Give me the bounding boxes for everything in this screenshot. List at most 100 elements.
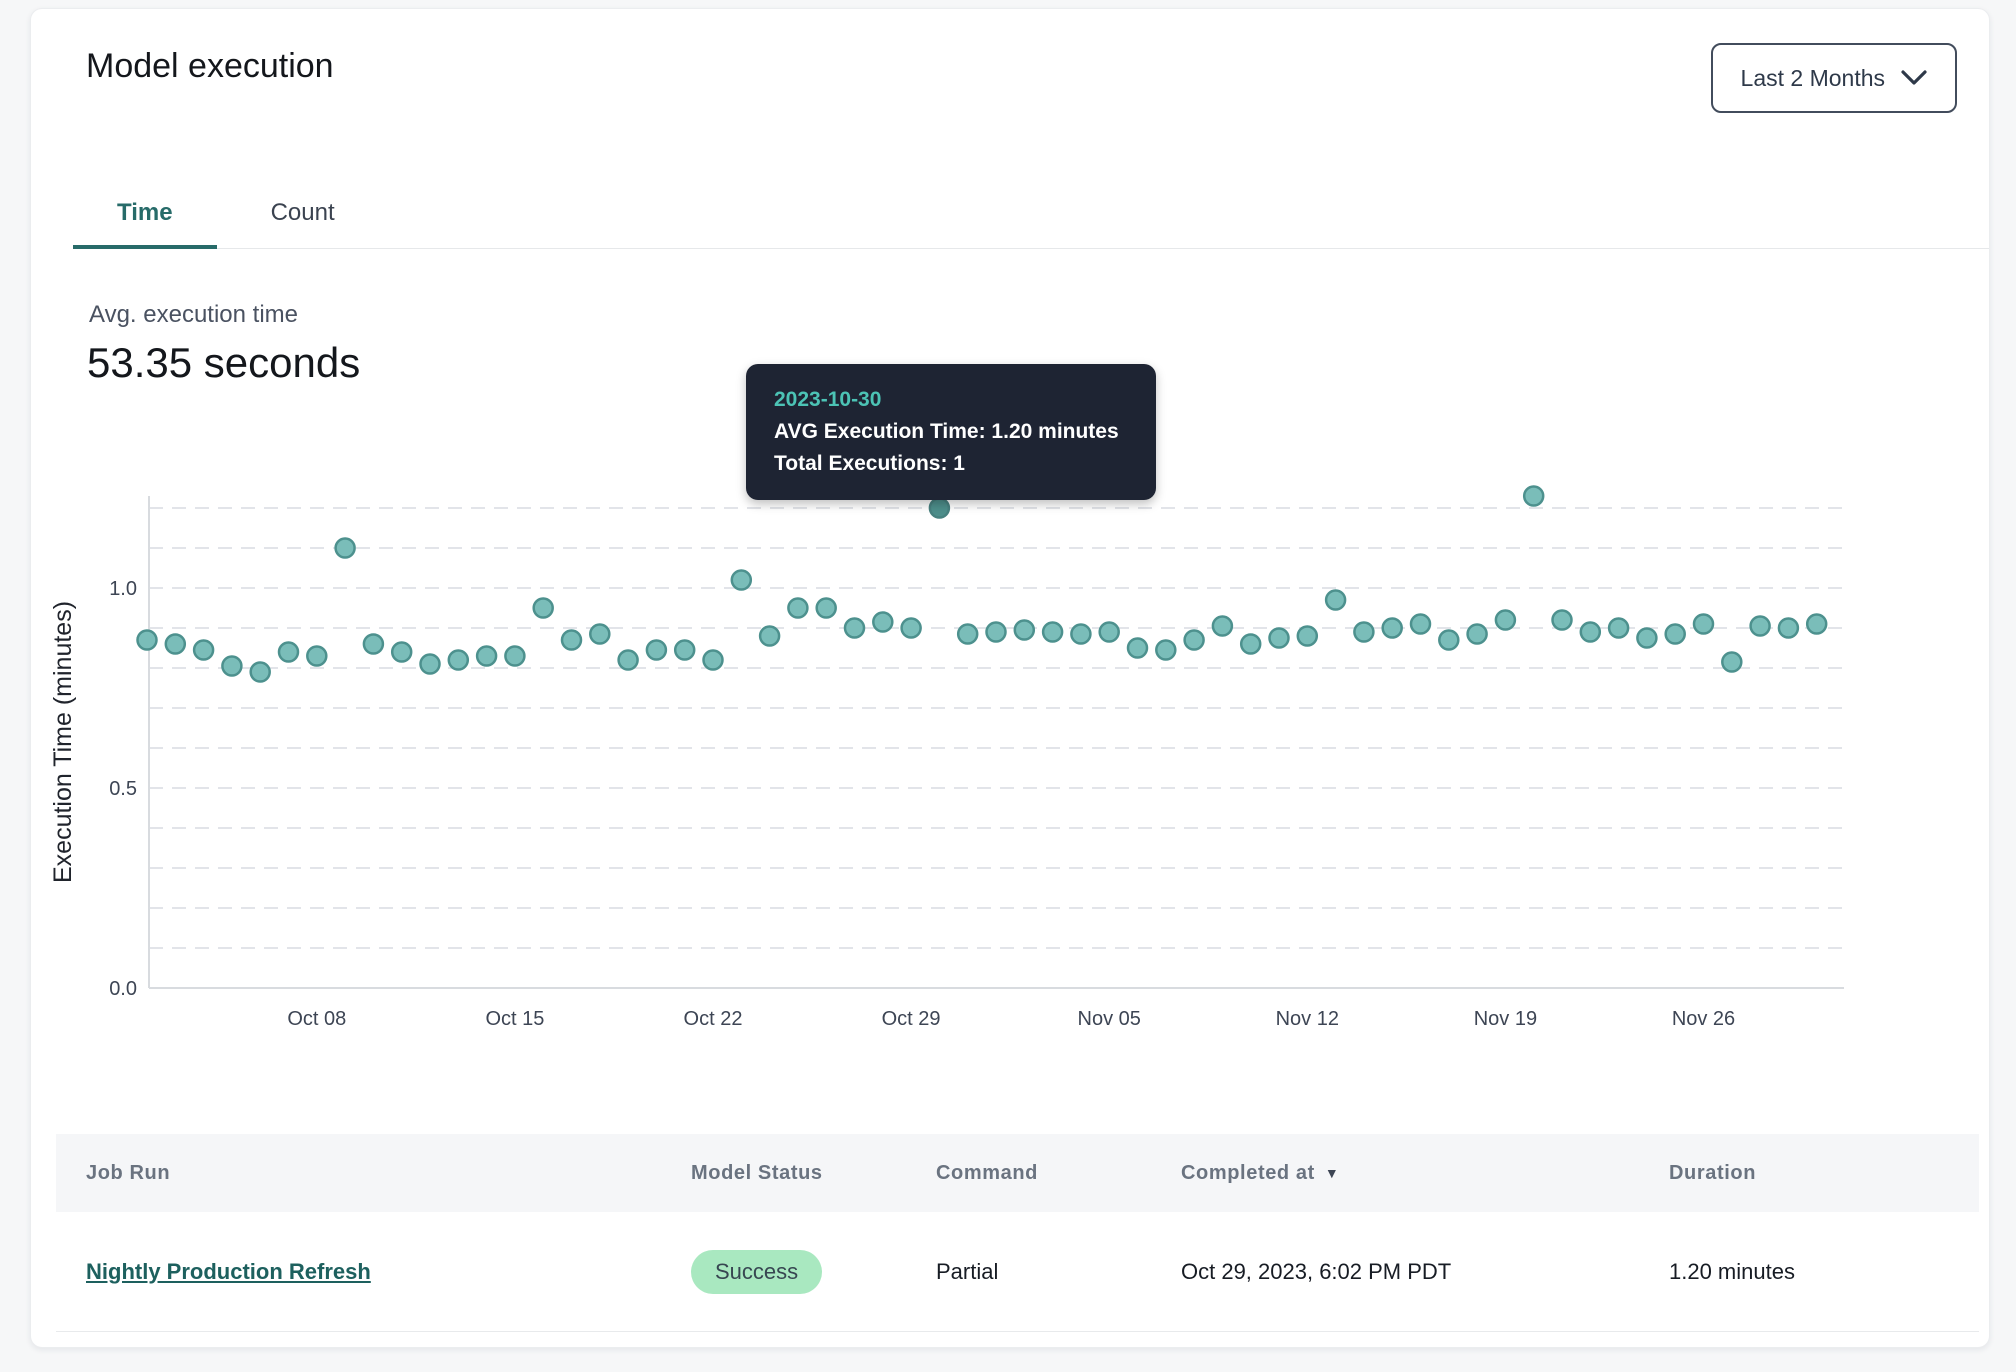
tooltip-avg-execution-time: AVG Execution Time: 1.20 minutes xyxy=(774,416,1128,448)
completed-at-cell: Oct 29, 2023, 6:02 PM PDT xyxy=(1181,1259,1669,1285)
data-point[interactable] xyxy=(1666,625,1685,644)
column-header-model-status[interactable]: Model Status xyxy=(691,1162,936,1185)
data-point[interactable] xyxy=(1185,631,1204,650)
page-title: Model execution xyxy=(86,47,334,86)
data-point[interactable] xyxy=(1156,641,1175,660)
data-point[interactable] xyxy=(704,651,723,670)
data-point[interactable] xyxy=(336,539,355,558)
y-tick-label: 0.0 xyxy=(109,978,137,1000)
sort-desc-icon: ▼ xyxy=(1325,1165,1339,1181)
data-point[interactable] xyxy=(1100,623,1119,642)
data-point[interactable] xyxy=(788,599,807,618)
data-point[interactable] xyxy=(1439,631,1458,650)
x-tick-label: Nov 12 xyxy=(1276,1008,1339,1030)
data-point[interactable] xyxy=(817,599,836,618)
data-point[interactable] xyxy=(1609,619,1628,638)
data-point[interactable] xyxy=(1581,623,1600,642)
data-point[interactable] xyxy=(1270,629,1289,648)
data-point-highlighted[interactable] xyxy=(930,499,949,518)
data-point[interactable] xyxy=(1637,629,1656,648)
x-tick-label: Oct 15 xyxy=(485,1008,544,1030)
data-point[interactable] xyxy=(1326,591,1345,610)
data-point[interactable] xyxy=(1411,615,1430,634)
data-point[interactable] xyxy=(1779,619,1798,638)
data-point[interactable] xyxy=(194,641,213,660)
command-cell: Partial xyxy=(936,1259,1181,1285)
status-badge: Success xyxy=(691,1250,822,1294)
data-point[interactable] xyxy=(1043,623,1062,642)
data-point[interactable] xyxy=(873,613,892,632)
data-point[interactable] xyxy=(166,635,185,654)
data-point[interactable] xyxy=(1241,635,1260,654)
chart-area: 0.0 0.5 1.0 Oct 08 Oct 15 Oct 22 Oct 29 Nov 05 N… xyxy=(31,461,1991,1061)
tab-time[interactable]: Time xyxy=(73,183,217,249)
data-point[interactable] xyxy=(675,641,694,660)
data-point[interactable] xyxy=(1354,623,1373,642)
data-point[interactable] xyxy=(307,647,326,666)
table-row: Nightly Production Refresh Success Parti… xyxy=(56,1212,1979,1332)
data-point[interactable] xyxy=(449,651,468,670)
data-point[interactable] xyxy=(845,619,864,638)
data-point[interactable] xyxy=(251,663,270,682)
data-point[interactable] xyxy=(1213,617,1232,636)
data-point[interactable] xyxy=(279,643,298,662)
chart-tabs: Time Count xyxy=(73,169,1989,249)
model-execution-card: Model execution Last 2 Months Time Count… xyxy=(30,8,1990,1348)
data-point[interactable] xyxy=(534,599,553,618)
data-point[interactable] xyxy=(1383,619,1402,638)
column-header-duration[interactable]: Duration xyxy=(1669,1162,1979,1185)
y-tick-label: 1.0 xyxy=(109,578,137,600)
data-point[interactable] xyxy=(477,647,496,666)
column-header-completed-at[interactable]: Completed at ▼ xyxy=(1181,1162,1669,1185)
data-point[interactable] xyxy=(1694,615,1713,634)
avg-execution-time-value: 53.35 seconds xyxy=(87,339,360,387)
data-point[interactable] xyxy=(590,625,609,644)
duration-cell: 1.20 minutes xyxy=(1669,1259,1979,1285)
data-point[interactable] xyxy=(958,625,977,644)
execution-scatter-chart: 0.0 0.5 1.0 Oct 08 Oct 15 Oct 22 Oct 29 Nov 05 N… xyxy=(31,461,1991,1061)
data-point[interactable] xyxy=(364,635,383,654)
data-point[interactable] xyxy=(222,657,241,676)
data-point[interactable] xyxy=(732,571,751,590)
tooltip-date: 2023-10-30 xyxy=(774,384,1128,416)
data-point[interactable] xyxy=(1524,487,1543,506)
data-point[interactable] xyxy=(647,641,666,660)
data-point[interactable] xyxy=(760,627,779,646)
data-point[interactable] xyxy=(1128,639,1147,658)
data-point[interactable] xyxy=(1496,611,1515,630)
data-point[interactable] xyxy=(1751,617,1770,636)
column-header-job-run[interactable]: Job Run xyxy=(86,1162,691,1185)
data-point[interactable] xyxy=(392,643,411,662)
data-point[interactable] xyxy=(1071,625,1090,644)
data-point[interactable] xyxy=(1468,625,1487,644)
data-point[interactable] xyxy=(138,631,157,650)
data-point[interactable] xyxy=(1722,653,1741,672)
table-header-row: Job Run Model Status Command Completed a… xyxy=(56,1134,1979,1212)
date-range-dropdown[interactable]: Last 2 Months xyxy=(1711,43,1957,113)
data-point[interactable] xyxy=(505,647,524,666)
data-point[interactable] xyxy=(562,631,581,650)
data-point[interactable] xyxy=(1807,615,1826,634)
data-point[interactable] xyxy=(619,651,638,670)
data-point[interactable] xyxy=(421,655,440,674)
data-point[interactable] xyxy=(902,619,921,638)
x-tick-label: Oct 29 xyxy=(882,1008,941,1030)
avg-execution-time-label: Avg. execution time xyxy=(89,301,298,329)
y-tick-label: 0.5 xyxy=(109,778,137,800)
data-point[interactable] xyxy=(1015,621,1034,640)
tab-count[interactable]: Count xyxy=(227,183,379,249)
job-run-link[interactable]: Nightly Production Refresh xyxy=(86,1259,371,1284)
x-tick-label: Oct 22 xyxy=(684,1008,743,1030)
chart-tooltip: 2023-10-30 AVG Execution Time: 1.20 minu… xyxy=(746,364,1156,500)
column-header-command[interactable]: Command xyxy=(936,1162,1181,1185)
data-point[interactable] xyxy=(987,623,1006,642)
data-point[interactable] xyxy=(1298,627,1317,646)
x-tick-label: Oct 08 xyxy=(287,1008,346,1030)
date-range-label: Last 2 Months xyxy=(1741,65,1885,92)
x-tick-label: Nov 05 xyxy=(1078,1008,1141,1030)
chevron-down-icon xyxy=(1901,70,1927,86)
data-point[interactable] xyxy=(1553,611,1572,630)
x-tick-label: Nov 26 xyxy=(1672,1008,1735,1030)
y-axis-title: Execution Time (minutes) xyxy=(49,601,77,883)
x-tick-label: Nov 19 xyxy=(1474,1008,1537,1030)
